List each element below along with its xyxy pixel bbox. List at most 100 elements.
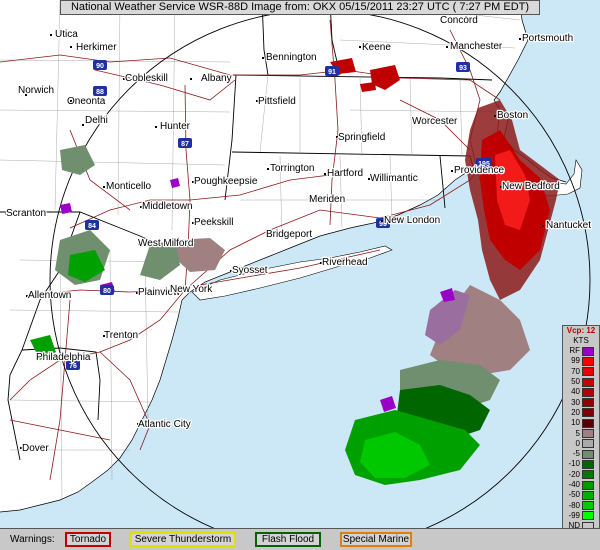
- city-label: Norwich: [18, 85, 54, 96]
- city-label: Atlantic City: [138, 419, 191, 430]
- city-label: Riverhead: [322, 257, 368, 268]
- warnings-label: Warnings:: [10, 534, 55, 545]
- legend-unit: KTS: [573, 336, 589, 345]
- svg-text:90: 90: [96, 63, 104, 70]
- city-label: Worcester: [412, 116, 458, 127]
- legend-swatch: [582, 459, 594, 469]
- legend-swatch: [582, 429, 594, 439]
- legend-swatch: [582, 377, 594, 387]
- severe-thunderstorm-warning-key[interactable]: Severe Thunderstorm: [130, 532, 236, 547]
- city-label: Utica: [55, 29, 78, 40]
- city-label: Poughkeepsie: [194, 176, 258, 187]
- legend-row: RF: [563, 346, 599, 356]
- legend-value: -5: [572, 449, 580, 459]
- legend-swatch: [582, 439, 594, 449]
- city-label: Concord: [440, 15, 478, 26]
- legend-row: 10: [563, 418, 599, 428]
- velocity-legend: Vcp: 12 KTS RF 99 70 50 40 30 20 10 5 0 -5 -10 -20 -4…: [562, 325, 600, 543]
- city-label: Bridgeport: [266, 229, 312, 240]
- highway-shield: 84: [85, 220, 99, 230]
- legend-row: 70: [563, 367, 599, 377]
- city-label: Trenton: [104, 330, 138, 341]
- legend-mode: Vcp: 12: [566, 326, 596, 335]
- city-label: Torrington: [270, 163, 314, 174]
- svg-text:91: 91: [328, 69, 336, 76]
- highway-shield: 80: [100, 285, 114, 295]
- legend-value: 30: [571, 397, 580, 407]
- special-marine-warning-key[interactable]: Special Marine: [340, 532, 412, 547]
- legend-row: 5: [563, 428, 599, 439]
- city-label: Middletown: [142, 201, 193, 212]
- svg-text:80: 80: [103, 288, 111, 295]
- radar-map: 90 88 91 93 87 84 95 80 76 195 ConcordCo…: [0, 0, 600, 528]
- city-label: Bennington: [266, 52, 317, 63]
- city-label: Willimantic: [370, 173, 418, 184]
- city-label: Cobleskill: [125, 73, 168, 84]
- legend-value: -40: [568, 480, 580, 489]
- city-label: Hartford: [327, 168, 363, 179]
- legend-value: -99: [568, 510, 580, 520]
- legend-swatch: [582, 501, 594, 511]
- legend-row: -99: [563, 511, 599, 521]
- svg-text:87: 87: [181, 141, 189, 148]
- image-title: National Weather Service WSR-88D Image f…: [60, 0, 540, 15]
- legend-row: -5: [563, 449, 599, 459]
- legend-swatch: [582, 490, 594, 500]
- legend-row: 40: [563, 387, 599, 397]
- city-label: Boston: [497, 110, 528, 121]
- legend-swatch: [582, 367, 594, 377]
- city-label: Oneonta: [67, 96, 106, 107]
- legend-row: 99: [563, 356, 599, 366]
- radar-viewer: 90 88 91 93 87 84 95 80 76 195 Concord C…: [0, 0, 600, 550]
- city-label: New Bedford: [502, 181, 560, 192]
- city-label: Philadelphia: [36, 352, 91, 363]
- legend-row: 0: [563, 439, 599, 449]
- city-label: Syosset: [232, 265, 268, 276]
- city-label: Meriden: [309, 194, 345, 205]
- legend-swatch: [582, 346, 594, 356]
- legend-value: 20: [571, 407, 580, 417]
- legend-value: 10: [571, 418, 580, 428]
- highway-shield: 91: [325, 66, 339, 76]
- legend-swatch: [582, 470, 594, 480]
- legend-swatch: [582, 398, 594, 408]
- city-label: West Milford: [138, 238, 193, 249]
- svg-text:88: 88: [96, 89, 104, 96]
- legend-row: -10: [563, 459, 599, 469]
- highway-shield: 90: [93, 60, 107, 70]
- legend-value: -20: [568, 469, 580, 479]
- city-label: Hunter: [160, 121, 191, 132]
- city-label: Keene: [362, 42, 391, 53]
- svg-text:76: 76: [69, 363, 77, 370]
- legend-swatch: [582, 449, 594, 459]
- city-label: Herkimer: [76, 42, 117, 53]
- city-label: Monticello: [106, 181, 151, 192]
- svg-text:93: 93: [459, 65, 467, 72]
- legend-swatch: [582, 511, 594, 521]
- city-label: New London: [384, 215, 440, 226]
- legend-row: -40: [563, 480, 599, 490]
- legend-value: RF: [569, 346, 580, 356]
- legend-row: -50: [563, 490, 599, 500]
- city-label: Peekskill: [194, 217, 233, 228]
- warnings-bar: Warnings: Tornado Severe Thunderstorm Fl…: [0, 528, 600, 550]
- legend-value: -50: [568, 490, 580, 500]
- city-label: Pittsfield: [258, 96, 296, 107]
- city-label: Nantucket: [546, 220, 591, 231]
- legend-rows: RF 99 70 50 40 30 20 10 5 0 -5 -10 -20 -40 -50 -80 -99 ND: [563, 346, 599, 531]
- highway-shield: 87: [178, 138, 192, 148]
- legend-value: 5: [575, 428, 580, 438]
- legend-row: 30: [563, 397, 599, 408]
- legend-row: -80: [563, 500, 599, 511]
- legend-value: -80: [568, 500, 580, 510]
- city-label: Manchester: [450, 41, 503, 52]
- legend-value: 0: [575, 438, 580, 448]
- tornado-warning-key[interactable]: Tornado: [65, 532, 111, 547]
- city-label: Scranton: [6, 208, 46, 219]
- city-label: Providence: [454, 165, 504, 176]
- city-label: Albany: [201, 73, 232, 84]
- flash-flood-warning-key[interactable]: Flash Flood: [255, 532, 321, 547]
- city-label: Delhi: [85, 115, 108, 126]
- legend-value: 99: [571, 356, 580, 366]
- svg-text:84: 84: [88, 223, 96, 230]
